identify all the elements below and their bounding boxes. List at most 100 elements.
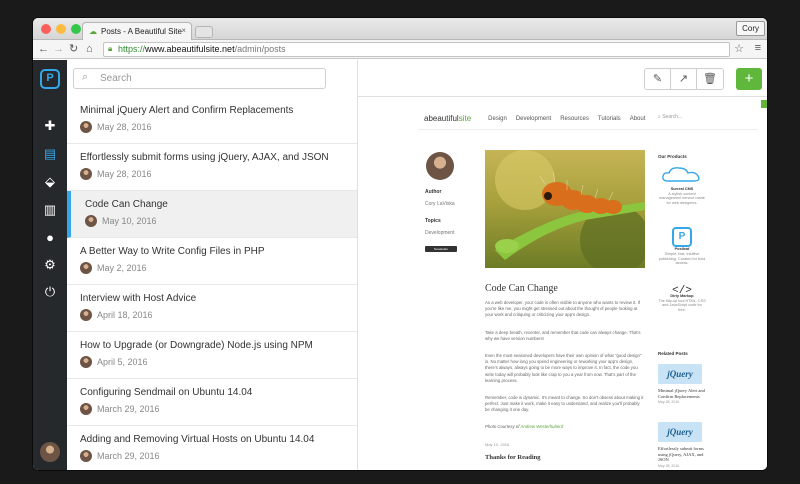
postleaf-logo-icon: P: [672, 227, 692, 247]
home-icon[interactable]: ⌂: [86, 42, 93, 56]
preview-nav-item[interactable]: Design: [488, 116, 507, 122]
post-title: How to Upgrade (or Downgrade) Node.js us…: [80, 340, 313, 351]
post-list: Minimal jQuery Alert and Confirm Replace…: [67, 97, 357, 470]
author-avatar: [80, 121, 92, 133]
preview-toggle-icon[interactable]: [761, 100, 767, 108]
new-tab-button[interactable]: [195, 26, 213, 38]
user-icon[interactable]: ●: [33, 230, 67, 246]
topics-label: Topics: [425, 218, 441, 224]
post-list-item[interactable]: Adding and Removing Virtual Hosts on Ubu…: [67, 426, 357, 470]
photo-credit-link[interactable]: Andrew Westerhuberd: [520, 424, 563, 429]
post-title: Adding and Removing Virtual Hosts on Ubu…: [80, 434, 315, 445]
trash-icon[interactable]: 🗑︎: [697, 69, 723, 89]
post-preview: abeautifulsite Design Development Resour…: [358, 97, 767, 470]
preview-nav-item[interactable]: About: [630, 116, 646, 122]
post-title: Effortlessly submit forms using jQuery, …: [80, 152, 329, 163]
newsletter-button[interactable]: Newsletter: [425, 246, 457, 252]
post-meta: April 18, 2016: [80, 309, 357, 321]
browser-window: ☁ Posts - A Beautiful Site × Cory ← → ↻ …: [33, 18, 767, 470]
map-icon[interactable]: ▥: [33, 202, 67, 218]
post-title: A Better Way to Write Config Files in PH…: [80, 246, 265, 257]
post-date: May 28, 2016: [97, 169, 152, 179]
author-avatar: [426, 152, 454, 180]
tag-icon[interactable]: ⬙: [33, 174, 67, 190]
post-list-item[interactable]: Effortlessly submit forms using jQuery, …: [67, 144, 357, 191]
author-name: Cory LaViska: [425, 201, 455, 207]
related-heading: Related Posts: [658, 351, 688, 356]
preview-nav-item[interactable]: Development: [516, 116, 551, 122]
product-surreal-cms[interactable]: Surreal CMS A stylish content management…: [658, 165, 706, 206]
article-title: Code Can Change: [485, 283, 558, 294]
admin-sidebar: P ✚ ▤ ⬙ ▥ ● ⚙ ⏻: [33, 60, 67, 470]
post-list-item[interactable]: A Better Way to Write Config Files in PH…: [67, 238, 357, 285]
brand-suffix: site: [458, 114, 472, 123]
search-input[interactable]: ⌕ Search: [73, 68, 326, 89]
profile-button[interactable]: Cory: [736, 21, 765, 36]
products-heading: Our Products: [658, 154, 687, 159]
post-actions-group: ✎ ↗ 🗑︎: [644, 68, 724, 90]
document-icon[interactable]: ▤: [33, 146, 67, 162]
product-dirty-markup[interactable]: </> Dirty Markup The tidy-up tool HTML, …: [658, 286, 706, 313]
post-title: Interview with Host Advice: [80, 293, 197, 304]
power-icon[interactable]: ⏻: [33, 284, 67, 300]
url-host: www.abeautifulsite.net: [145, 44, 235, 54]
article-paragraph: Even the most seasoned developers have t…: [485, 353, 642, 383]
browser-tab[interactable]: ☁ Posts - A Beautiful Site ×: [82, 22, 192, 40]
reload-icon[interactable]: ↻: [69, 42, 78, 56]
add-post-button[interactable]: +: [736, 68, 762, 90]
topic-value: Development: [425, 230, 455, 236]
close-tab-icon[interactable]: ×: [181, 26, 186, 35]
gear-icon[interactable]: ⚙: [33, 257, 67, 273]
post-list-item[interactable]: How to Upgrade (or Downgrade) Node.js us…: [67, 332, 357, 379]
post-date: May 28, 2016: [97, 122, 152, 132]
avatar[interactable]: [40, 442, 60, 462]
brand-prefix: abeautiful: [424, 114, 459, 123]
product-postleaf[interactable]: P Postleaf Simple, fast, intuitive publi…: [658, 227, 706, 266]
maximize-window-button[interactable]: [71, 24, 81, 34]
pencil-icon[interactable]: ✎: [645, 69, 671, 89]
tab-title: Posts - A Beautiful Site: [101, 27, 182, 36]
site-favicon-icon: ☁: [89, 27, 97, 36]
forward-arrow-icon[interactable]: →: [53, 42, 64, 56]
cloud-icon: [662, 167, 700, 182]
related-post-title: Minimal jQuery Alert and Confirm Replace…: [658, 388, 705, 399]
post-list-item[interactable]: Interview with Host Advice April 18, 2016: [67, 285, 357, 332]
product-description: The tidy-up tool HTML, CSS and JavaScrip…: [658, 298, 706, 313]
address-bar[interactable]: 🔒︎ https://www.abeautifulsite.net/admin/…: [103, 42, 730, 57]
preview-brand[interactable]: abeautifulsite: [424, 114, 471, 123]
preview-nav-item[interactable]: Tutorials: [598, 116, 621, 122]
next-article-title[interactable]: Thanks for Reading: [485, 454, 541, 461]
preview-nav: abeautifulsite Design Development Resour…: [424, 114, 645, 123]
url-scheme: https://: [118, 44, 146, 54]
plus-icon[interactable]: ✚: [33, 118, 67, 134]
related-thumbnail[interactable]: jQuery: [658, 364, 702, 384]
post-date: May 10, 2016: [102, 216, 157, 226]
post-date: April 18, 2016: [97, 310, 153, 320]
post-title: Minimal jQuery Alert and Confirm Replace…: [80, 105, 294, 116]
related-post[interactable]: Effortlessly submit forms using jQuery, …: [658, 446, 706, 469]
post-list-item[interactable]: Configuring Sendmail on Ubuntu 14.04 Marc…: [67, 379, 357, 426]
photo-credit: Photo Courtesy of Andrew Westerhuberd: [485, 424, 645, 430]
minimize-window-button[interactable]: [56, 24, 66, 34]
post-date: April 5, 2016: [97, 357, 148, 367]
post-list-item[interactable]: Code Can Change May 10, 2016: [67, 191, 357, 238]
author-avatar: [80, 403, 92, 415]
back-arrow-icon[interactable]: ←: [38, 42, 49, 56]
search-icon: ⌕: [82, 71, 89, 83]
related-post[interactable]: Minimal jQuery Alert and Confirm Replace…: [658, 388, 706, 406]
browser-menu-icon[interactable]: ≡: [755, 42, 761, 54]
preview-nav-item[interactable]: Resources: [560, 116, 589, 122]
preview-search[interactable]: ⌕ Search...: [658, 114, 682, 120]
title-bar: ☁ Posts - A Beautiful Site × Cory: [33, 18, 767, 40]
post-meta: April 5, 2016: [80, 356, 357, 368]
post-date: March 29, 2016: [97, 451, 160, 461]
logo-icon[interactable]: P: [40, 69, 60, 89]
external-link-icon[interactable]: ↗: [671, 69, 697, 89]
bookmark-star-icon[interactable]: ☆: [734, 42, 744, 55]
article-paragraph: Take a deep breath, recenter, and rememb…: [485, 330, 641, 342]
close-window-button[interactable]: [41, 24, 51, 34]
post-date: May 2, 2016: [97, 263, 147, 273]
related-thumbnail[interactable]: jQuery: [658, 422, 702, 442]
post-meta: May 28, 2016: [80, 168, 357, 180]
post-list-item[interactable]: Minimal jQuery Alert and Confirm Replace…: [67, 97, 357, 144]
